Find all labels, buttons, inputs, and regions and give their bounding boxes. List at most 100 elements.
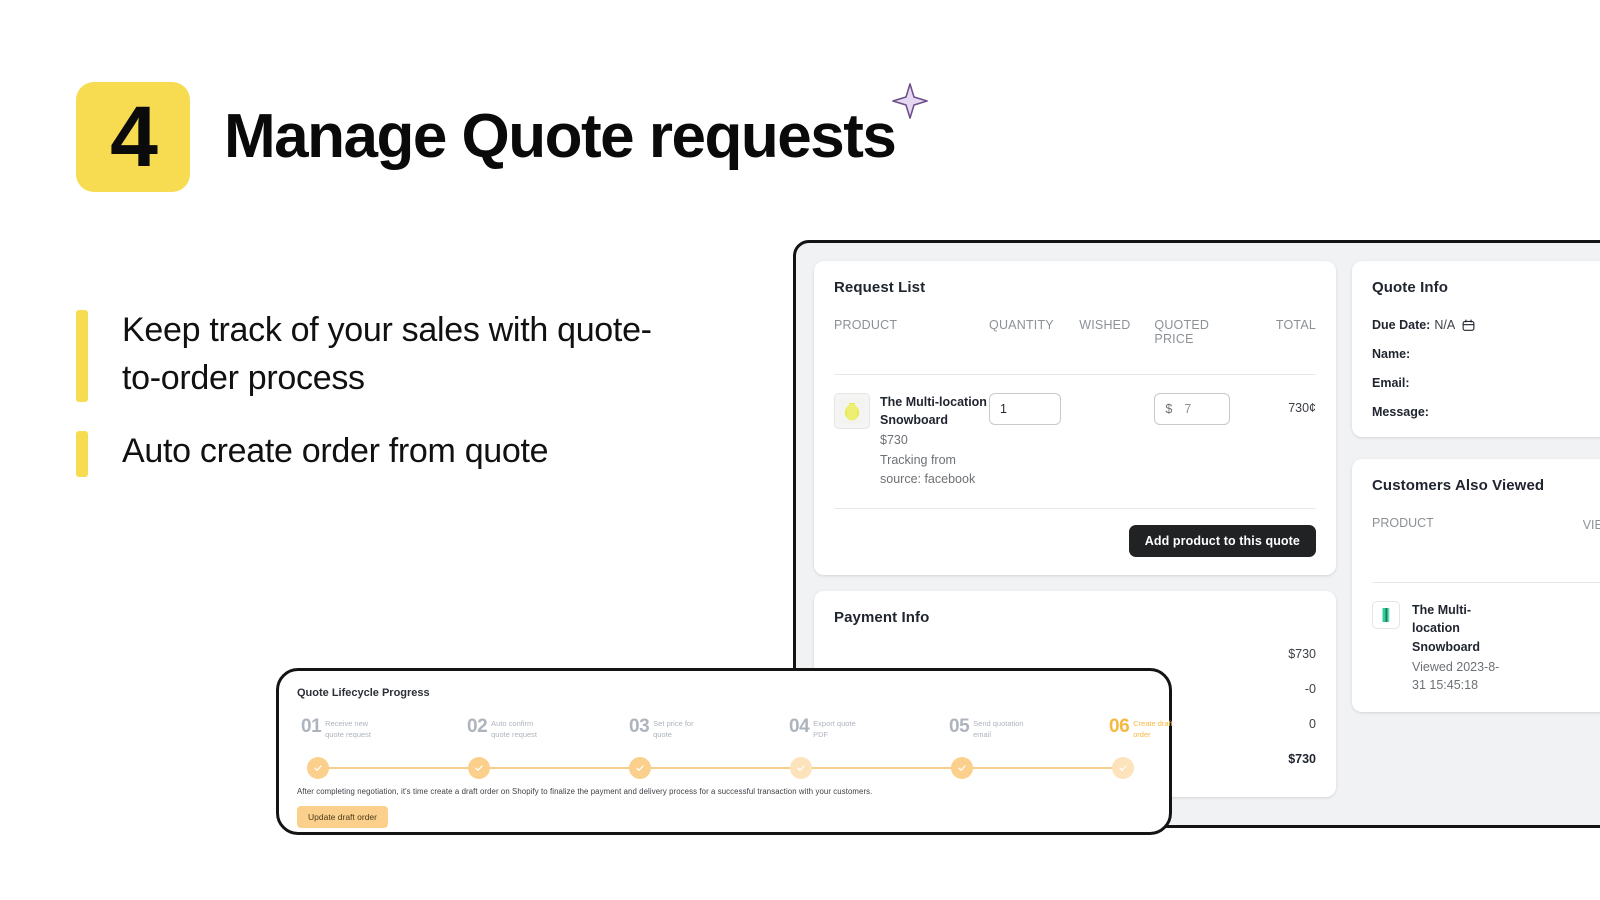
vase-image: [839, 398, 865, 424]
sparkle-icon: [892, 83, 929, 119]
quoted-price-input[interactable]: $ 7: [1154, 393, 1231, 425]
lifecycle-step-05[interactable]: 05 Send quotation email: [949, 717, 1024, 741]
product-tracking-source: Tracking from source: facebook: [880, 453, 976, 486]
due-date-value: N/A: [1434, 318, 1456, 332]
page-title-text: Manage Quote requests: [224, 102, 897, 171]
step-dot-01[interactable]: [307, 757, 329, 779]
quote-info-title: Quote Info: [1372, 279, 1448, 296]
column-header-wished: WISHED: [1079, 318, 1131, 332]
quantity-input[interactable]: 1: [989, 393, 1062, 425]
column-header-quoted-price: QUOTED PRICE: [1154, 318, 1210, 346]
step-number: 02: [467, 716, 488, 737]
slide-root: 4 Manage Quote requests Keep track of yo…: [0, 0, 1600, 900]
update-draft-order-button[interactable]: Update draft order: [297, 806, 388, 828]
customers-also-viewed-title: Customers Also Viewed: [1372, 477, 1545, 494]
lifecycle-step-06[interactable]: 06 Create draft order: [1109, 717, 1173, 741]
lifecycle-step-02[interactable]: 02 Auto confirm quote request: [467, 717, 537, 741]
column-header-quantity: QUANTITY: [989, 318, 1054, 332]
column-header-total: TOTAL: [1275, 318, 1317, 332]
message-line: Message:: [1372, 405, 1600, 419]
check-icon: [636, 765, 644, 771]
quoted-price-cell: $ 7: [1154, 393, 1240, 425]
request-list-title: Request List: [834, 279, 926, 296]
lifecycle-description: After completing negotiation, it's time …: [297, 787, 873, 796]
step-label: Receive new quote request: [325, 719, 372, 740]
column-header-product: PRODUCT: [834, 318, 898, 332]
currency-symbol: $: [1165, 402, 1173, 416]
check-icon: [797, 765, 805, 771]
cav-header-row: PRODUCT VIEWED TIME: [1372, 516, 1600, 552]
product-cell: The Multi-location Snowboard $730 Tracki…: [834, 393, 989, 488]
payment-amount-total: $730: [1288, 751, 1316, 766]
step-number: 03: [629, 716, 650, 737]
lifecycle-step-03[interactable]: 03 Set price for quote: [629, 717, 694, 741]
email-label: Email:: [1372, 376, 1410, 390]
lifecycle-title: Quote Lifecycle Progress: [297, 687, 430, 699]
customers-also-viewed-card: Customers Also Viewed PRODUCT VIEWED TIM…: [1352, 459, 1600, 712]
step-label: Auto confirm quote request: [491, 719, 538, 740]
step-label: Send quotation email: [973, 719, 1024, 740]
step-number: 01: [301, 716, 322, 737]
step-dot-02[interactable]: [468, 757, 490, 779]
payment-amounts: $730 -0 0 $730: [1288, 647, 1316, 787]
lifecycle-step-04[interactable]: 04 Export quote PDF: [789, 717, 856, 741]
product-name: The Multi-location Snowboard: [880, 395, 987, 428]
name-label: Name:: [1372, 347, 1411, 361]
quote-info-card: Quote Info Due Date: N/A Name: Email: Me…: [1352, 261, 1600, 437]
calendar-icon[interactable]: [1462, 319, 1475, 332]
step-number: 06: [1109, 716, 1130, 737]
viewed-timestamp: Viewed 2023-8-31 15:45:18: [1412, 659, 1500, 692]
progress-line: [321, 767, 1127, 769]
product-thumbnail: [1372, 601, 1400, 630]
step-label: Export quote PDF: [813, 719, 856, 740]
check-icon: [1119, 765, 1127, 771]
check-icon: [475, 765, 483, 771]
page-title: Manage Quote requests: [224, 83, 929, 168]
slide-header: 4 Manage Quote requests: [76, 82, 929, 192]
table-row: The Multi-location Snowboard $730 Tracki…: [834, 375, 1316, 488]
column-header-product: PRODUCT: [1372, 516, 1434, 530]
lifecycle-steps: 01 Receive new quote request 02 Auto conf…: [297, 717, 1173, 779]
side-column: Quote Info Due Date: N/A Name: Email: Me…: [1352, 261, 1600, 825]
step-dot-03[interactable]: [629, 757, 651, 779]
check-icon: [958, 765, 966, 771]
product-name: The Multi-location Snowboard: [1412, 603, 1481, 654]
product-thumbnail: [834, 393, 870, 429]
bullet-accent-bar: [76, 310, 88, 402]
step-label: Set price for quote: [653, 719, 694, 740]
payment-amount-discount: -0: [1304, 681, 1316, 696]
name-line: Name:: [1372, 347, 1600, 361]
payment-amount-subtotal: $730: [1288, 646, 1316, 661]
quantity-cell: 1: [989, 393, 1079, 425]
lifecycle-step-01[interactable]: 01 Receive new quote request: [301, 717, 371, 741]
step-dot-04[interactable]: [790, 757, 812, 779]
bullet-accent-bar: [76, 430, 88, 477]
check-icon: [314, 765, 322, 771]
quoted-price-value: 7: [1184, 402, 1192, 416]
list-item: The Multi-location Snowboard Viewed 2023…: [1372, 583, 1600, 694]
list-item: Auto create order from quote: [76, 427, 682, 477]
payment-info-title: Payment Info: [834, 608, 930, 626]
bullet-text: Keep track of your sales with quote-to-o…: [122, 311, 652, 398]
due-date-line: Due Date: N/A: [1372, 318, 1600, 332]
step-label: Create draft order: [1133, 719, 1173, 740]
snowboard-image: [1377, 606, 1395, 625]
step-number: 04: [789, 716, 810, 737]
add-product-button[interactable]: Add product to this quote: [1128, 524, 1316, 557]
email-line: Email:: [1372, 376, 1600, 390]
step-dot-05[interactable]: [951, 757, 973, 779]
request-list-footer: Add product to this quote: [834, 507, 1316, 557]
bullet-text: Auto create order from quote: [122, 431, 549, 470]
step-dot-06[interactable]: [1112, 757, 1134, 779]
request-list-header-row: PRODUCT QUANTITY WISHED QUOTED PRICE TOT…: [834, 318, 1316, 346]
payment-amount-shipping: 0: [1309, 716, 1316, 731]
list-item: Keep track of your sales with quote-to-o…: [76, 306, 682, 403]
product-price: $730: [880, 433, 908, 448]
row-total: 730¢: [1288, 401, 1317, 415]
column-header-viewed-time: VIEWED TIME: [1582, 518, 1600, 532]
request-list-card: Request List PRODUCT QUANTITY WISHED QUO…: [814, 261, 1336, 575]
lifecycle-progress-track: [307, 757, 1141, 779]
feature-bullets: Keep track of your sales with quote-to-o…: [76, 306, 682, 501]
step-number: 05: [949, 716, 970, 737]
message-label: Message:: [1372, 405, 1429, 419]
